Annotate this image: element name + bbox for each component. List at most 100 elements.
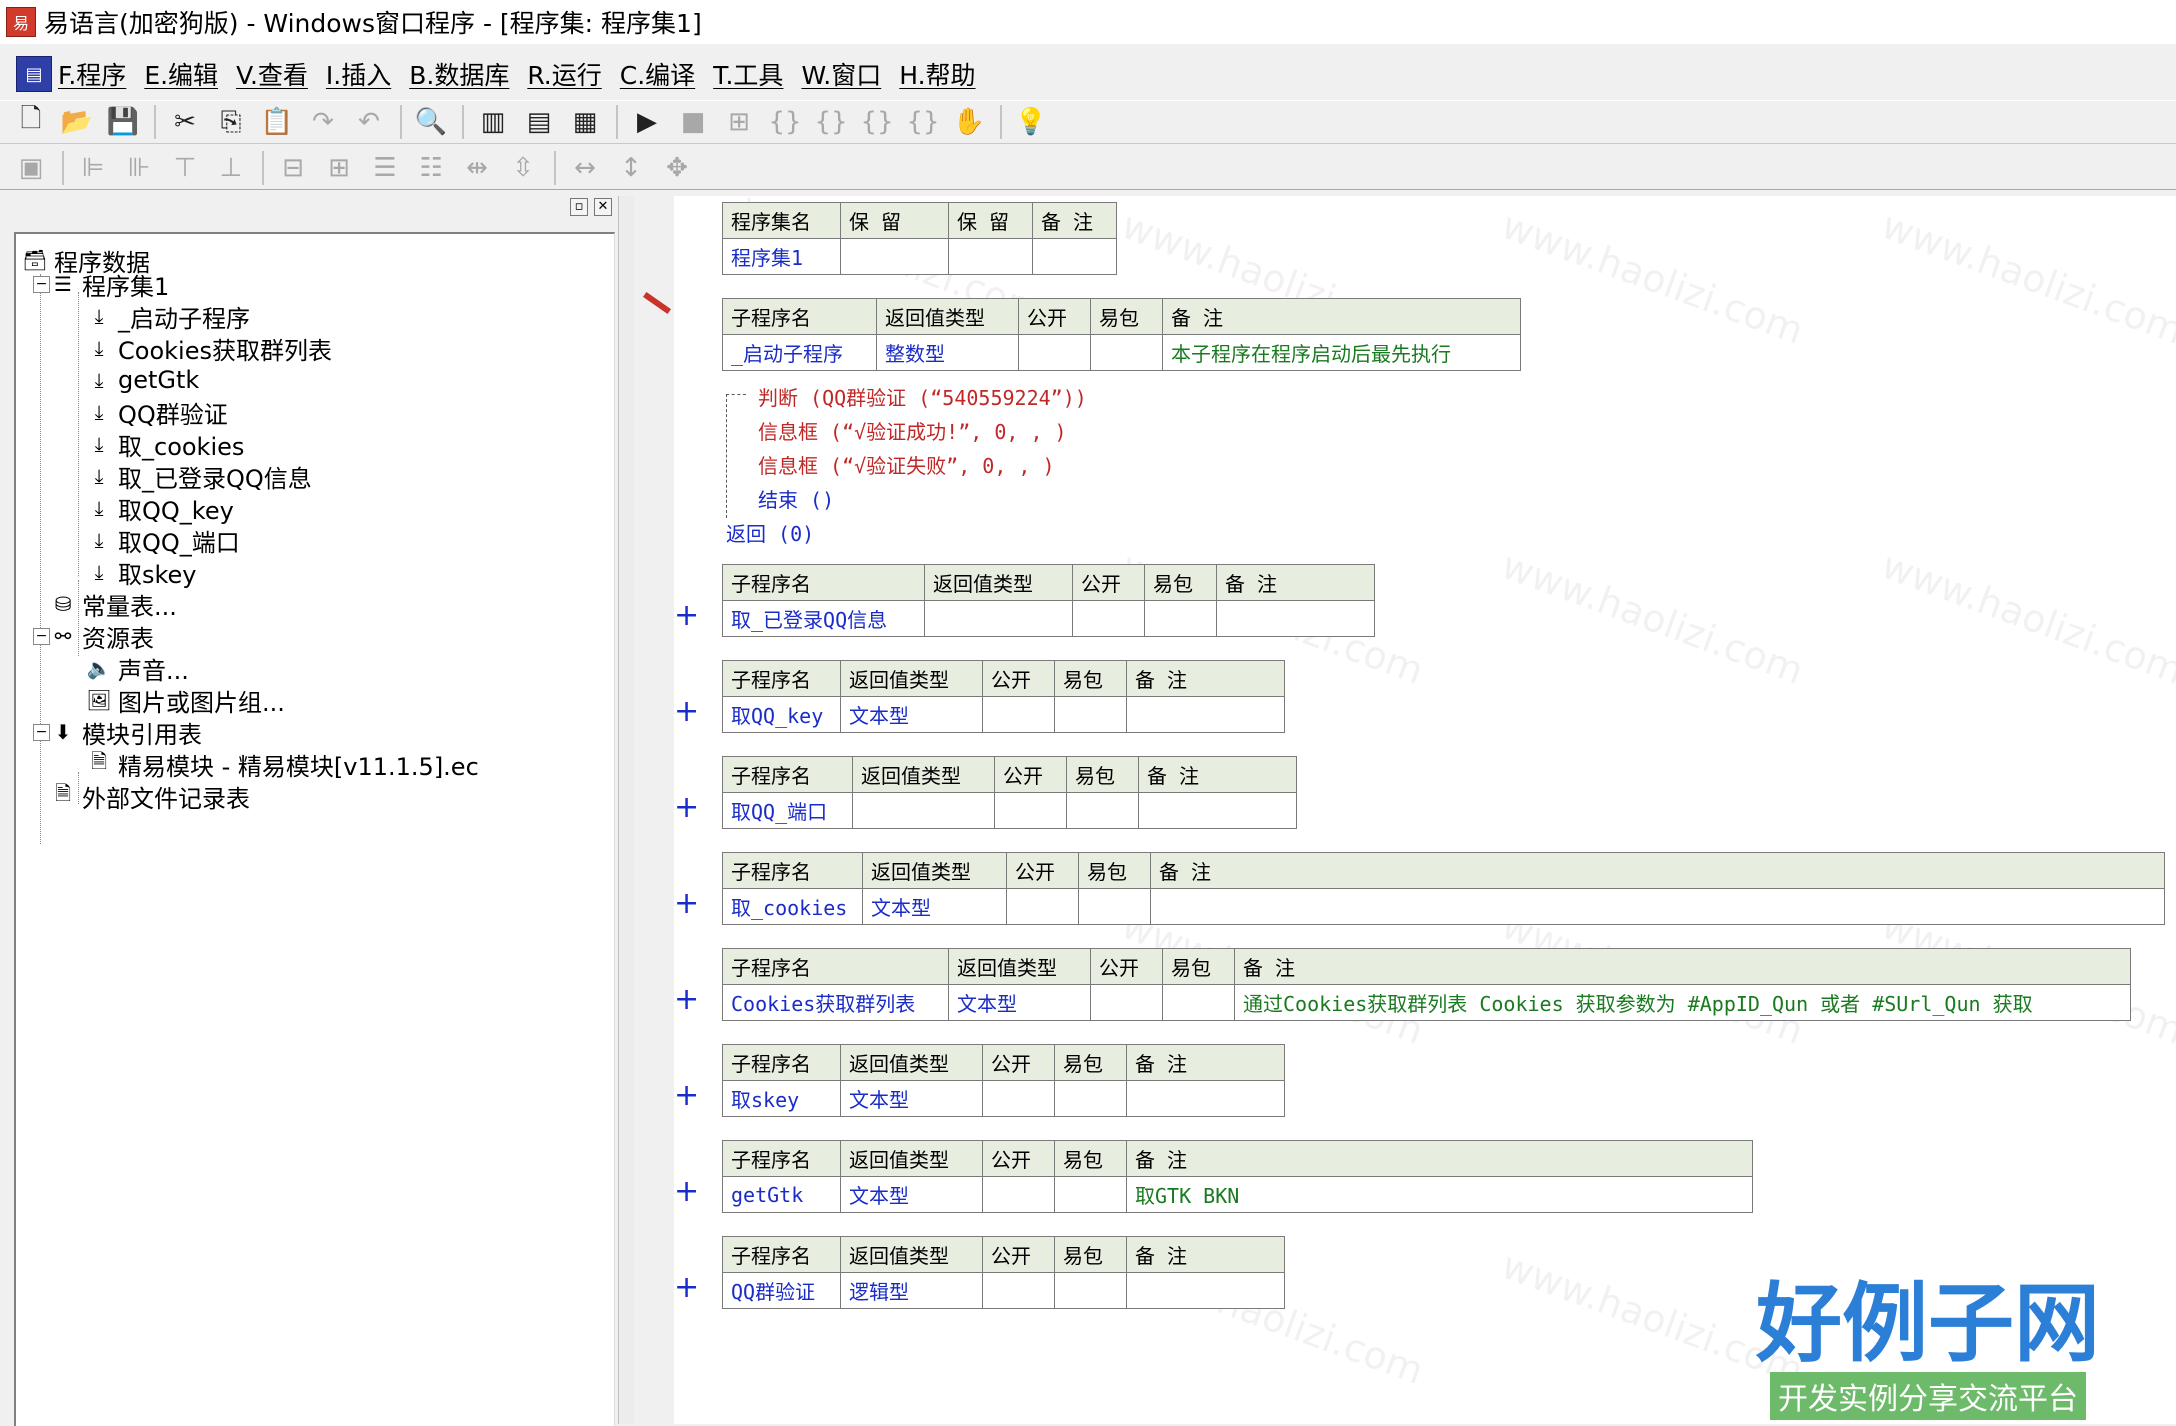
layout-grid-icon[interactable]: ▦ [566, 103, 604, 141]
equal-width-icon[interactable]: ⇹ [458, 149, 496, 187]
tree-module-item[interactable]: 🗎 精易模块 - 精易模块[v11.1.5].ec [86, 748, 479, 781]
menu-database[interactable]: B.数据库 [409, 56, 509, 92]
menu-help[interactable]: H.帮助 [899, 56, 975, 92]
menu-run[interactable]: R.运行 [527, 56, 601, 92]
expand-plus-button[interactable]: + [674, 790, 699, 825]
tree-sub-item[interactable]: ⤓ Cookies获取群列表 [86, 332, 332, 365]
sub-package-cell[interactable] [1078, 888, 1151, 925]
new-file-icon[interactable]: 🗋 [12, 103, 50, 141]
align-left-icon[interactable]: ⊫ [74, 149, 112, 187]
sub-package-cell[interactable] [1054, 1272, 1127, 1309]
sub-package-cell[interactable] [1144, 600, 1217, 637]
sub-public-cell[interactable] [994, 792, 1067, 829]
tree-constants[interactable]: ⛁ 常量表... [50, 588, 177, 621]
height-icon[interactable]: ↕ [612, 149, 650, 187]
sub-note-cell[interactable] [1150, 888, 2165, 925]
run-icon[interactable]: ▶ [628, 103, 666, 141]
code-line[interactable]: 返回 (0) [726, 518, 814, 547]
space-horizontal-icon[interactable]: ☷ [412, 149, 450, 187]
menu-logo-icon[interactable]: ▤ [16, 56, 52, 92]
assembly-name-cell[interactable]: 程序集1 [722, 238, 841, 275]
open-folder-icon[interactable]: 📂 [58, 103, 96, 141]
lightbulb-icon[interactable]: 💡 [1012, 103, 1050, 141]
sub-public-cell[interactable] [1072, 600, 1145, 637]
tree-sub-item[interactable]: ⤓ 取skey [86, 556, 197, 589]
code-editor[interactable]: www.haolizi.com www.haolizi.com www.haol… [634, 196, 2176, 1424]
sub-package-cell[interactable] [1066, 792, 1139, 829]
tree-sub-item[interactable]: ⤓ 取QQ_端口 [86, 524, 240, 557]
step-over-icon[interactable]: {} [812, 103, 850, 141]
sub-public-cell[interactable] [1006, 888, 1079, 925]
value-cell[interactable] [840, 238, 949, 275]
step-into-icon[interactable]: {} [766, 103, 804, 141]
sub-note-cell[interactable] [1138, 792, 1297, 829]
tree-sub-item[interactable]: ⤓ 取_已登录QQ信息 [86, 460, 312, 493]
copy-icon[interactable]: ⎘ [212, 103, 250, 141]
form-icon[interactable]: ▣ [12, 149, 50, 187]
layout-left-icon[interactable]: ▥ [474, 103, 512, 141]
save-icon[interactable]: 💾 [104, 103, 142, 141]
sub-type-cell[interactable]: 文本型 [840, 696, 983, 733]
code-line[interactable]: 结束 () [758, 484, 834, 513]
sub-type-cell[interactable]: 文本型 [840, 1080, 983, 1117]
menu-edit[interactable]: E.编辑 [144, 56, 218, 92]
breakpoint-icon[interactable]: ⊞ [720, 103, 758, 141]
pane-close-icon[interactable]: ✕ [594, 198, 612, 216]
sub-public-cell[interactable] [982, 1080, 1055, 1117]
sub-name-cell[interactable]: 取_cookies [722, 888, 863, 925]
undo-icon[interactable]: ↶ [350, 103, 388, 141]
sub-public-cell[interactable] [982, 1176, 1055, 1213]
space-vertical-icon[interactable]: ☰ [366, 149, 404, 187]
tree-module[interactable]: ☰ 程序集1 [50, 268, 169, 301]
hand-icon[interactable]: ✋ [950, 103, 988, 141]
sub-package-cell[interactable] [1054, 1080, 1127, 1117]
stop-icon[interactable]: ■ [674, 103, 712, 141]
align-bottom-icon[interactable]: ⊥ [212, 149, 250, 187]
sub-note-cell[interactable]: 取GTK BKN [1126, 1176, 1753, 1213]
value-cell[interactable] [948, 238, 1033, 275]
width-icon[interactable]: ↔ [566, 149, 604, 187]
sub-type-cell[interactable]: 文本型 [948, 984, 1091, 1021]
expand-plus-button[interactable]: + [674, 886, 699, 921]
tree-external-files[interactable]: 🗎 外部文件记录表 [50, 780, 250, 813]
sub-name-cell[interactable]: 取skey [722, 1080, 841, 1117]
menu-window[interactable]: W.窗口 [801, 56, 881, 92]
sub-note-cell[interactable] [1126, 1272, 1285, 1309]
sub-type-cell[interactable]: 逻辑型 [840, 1272, 983, 1309]
tree-sub-item[interactable]: ⤓ getGtk [86, 364, 200, 396]
sub-note-cell[interactable]: 本子程序在程序启动后最先执行 [1162, 334, 1521, 371]
sub-package-cell[interactable] [1054, 696, 1127, 733]
cut-icon[interactable]: ✂ [166, 103, 204, 141]
sub-public-cell[interactable] [982, 696, 1055, 733]
size-icon[interactable]: ✥ [658, 149, 696, 187]
sub-type-cell[interactable] [852, 792, 995, 829]
expand-toggle[interactable]: − [33, 276, 50, 293]
menu-tools[interactable]: T.工具 [713, 56, 783, 92]
sub-public-cell[interactable] [1018, 334, 1091, 371]
code-line[interactable]: 判断 (QQ群验证 (“540559224”)) [758, 382, 1087, 411]
equal-height-icon[interactable]: ⇳ [504, 149, 542, 187]
sub-note-cell[interactable] [1126, 696, 1285, 733]
sub-type-cell[interactable]: 文本型 [862, 888, 1007, 925]
sub-type-cell[interactable]: 整数型 [876, 334, 1019, 371]
tree-sub-item[interactable]: ⤓ _启动子程序 [86, 300, 250, 333]
expand-plus-button[interactable]: + [674, 1078, 699, 1113]
menu-view[interactable]: V.查看 [236, 56, 308, 92]
sub-public-cell[interactable] [982, 1272, 1055, 1309]
sub-name-cell[interactable]: 取QQ_端口 [722, 792, 853, 829]
center-vertical-icon[interactable]: ⊞ [320, 149, 358, 187]
sub-name-cell[interactable]: QQ群验证 [722, 1272, 841, 1309]
expand-plus-button[interactable]: + [674, 598, 699, 633]
expand-plus-button[interactable]: + [674, 1270, 699, 1305]
tree-images[interactable]: 🖼 图片或图片组... [86, 684, 285, 717]
tree-sound[interactable]: 🔈 声音... [86, 652, 189, 685]
code-line[interactable]: 信息框 (“√验证成功!”, 0, , ) [758, 416, 1067, 445]
menu-program[interactable]: F.程序 [58, 56, 126, 92]
align-right-icon[interactable]: ⊪ [120, 149, 158, 187]
align-top-icon[interactable]: ⊤ [166, 149, 204, 187]
paste-icon[interactable]: 📋 [258, 103, 296, 141]
value-cell[interactable] [1032, 238, 1117, 275]
sub-package-cell[interactable] [1054, 1176, 1127, 1213]
layout-top-icon[interactable]: ▤ [520, 103, 558, 141]
code-line[interactable]: 信息框 (“√验证失败”, 0, , ) [758, 450, 1055, 479]
